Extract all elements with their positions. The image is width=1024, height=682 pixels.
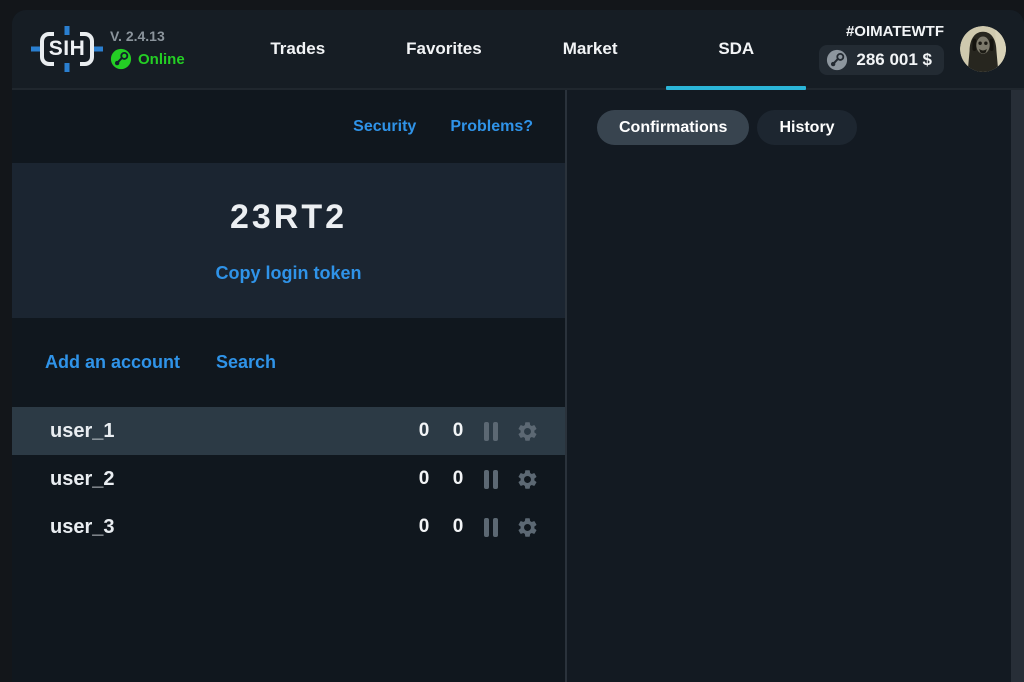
nav-tab-market[interactable]: Market: [517, 10, 663, 88]
nav-tab-sda[interactable]: SDA: [663, 10, 809, 88]
account-count-1: 0: [416, 468, 432, 490]
online-status: Online: [110, 48, 185, 70]
confirmations-tabs: Confirmations History: [597, 110, 1024, 145]
account-name: user_2: [50, 468, 398, 491]
sda-accounts-panel: Security Problems? 23RT2 Copy login toke…: [12, 90, 567, 682]
nav-tab-favorites[interactable]: Favorites: [371, 10, 517, 88]
desktop-background: SIH V. 2.4.13 Online: [0, 0, 1024, 682]
gear-icon[interactable]: [516, 468, 539, 491]
problems-link[interactable]: Problems?: [450, 118, 533, 136]
accounts-list: user_1 0 0 user_2 0 0: [12, 407, 565, 682]
panel-actions-row: Add an account Search: [12, 318, 565, 407]
confirmations-panel: Confirmations History: [567, 90, 1024, 682]
account-count-2: 0: [450, 516, 466, 538]
account-name: user_3: [50, 516, 398, 539]
account-count-1: 0: [416, 516, 432, 538]
steam-online-icon: [110, 48, 132, 70]
sih-logo[interactable]: SIH: [36, 27, 98, 71]
profile-texts: #OIMATEWTF 286 001 $: [819, 23, 944, 75]
balance-amount: 286 001 $: [856, 50, 932, 70]
main-nav: Trades Favorites Market SDA: [225, 10, 810, 88]
account-row-user-2[interactable]: user_2 0 0: [12, 455, 565, 503]
gear-icon[interactable]: [516, 516, 539, 539]
security-link[interactable]: Security: [353, 118, 416, 136]
account-count-2: 0: [450, 468, 466, 490]
account-count-1: 0: [416, 420, 432, 442]
top-navbar: SIH V. 2.4.13 Online: [12, 10, 1024, 90]
version-status-block: V. 2.4.13 Online: [110, 28, 185, 70]
add-account-link[interactable]: Add an account: [45, 352, 180, 373]
balance-button[interactable]: 286 001 $: [819, 45, 944, 75]
login-token-card: 23RT2 Copy login token: [12, 163, 565, 318]
account-row-user-1[interactable]: user_1 0 0: [12, 407, 565, 455]
pause-icon[interactable]: [484, 470, 498, 489]
account-name: user_1: [50, 420, 398, 443]
app-window: SIH V. 2.4.13 Online: [12, 10, 1024, 682]
scrollbar-track[interactable]: [1011, 90, 1024, 682]
tab-history[interactable]: History: [757, 110, 856, 145]
tab-confirmations[interactable]: Confirmations: [597, 110, 749, 145]
profile-cluster: #OIMATEWTF 286 001 $: [819, 23, 1006, 75]
account-row-user-3[interactable]: user_3 0 0: [12, 503, 565, 551]
avatar[interactable]: [960, 26, 1006, 72]
panel-links-row: Security Problems?: [12, 90, 565, 163]
copy-login-token-link[interactable]: Copy login token: [216, 263, 362, 284]
gear-icon[interactable]: [516, 420, 539, 443]
app-version: V. 2.4.13: [110, 28, 185, 44]
logo-text: SIH: [36, 27, 98, 71]
account-count-2: 0: [450, 420, 466, 442]
profile-tag: #OIMATEWTF: [846, 23, 944, 40]
pause-icon[interactable]: [484, 518, 498, 537]
online-status-label: Online: [138, 51, 185, 68]
search-link[interactable]: Search: [216, 352, 276, 373]
pause-icon[interactable]: [484, 422, 498, 441]
main-content: Security Problems? 23RT2 Copy login toke…: [12, 90, 1024, 682]
token-code: 23RT2: [230, 198, 347, 237]
nav-tab-trades[interactable]: Trades: [225, 10, 371, 88]
steam-balance-icon: [826, 49, 848, 71]
